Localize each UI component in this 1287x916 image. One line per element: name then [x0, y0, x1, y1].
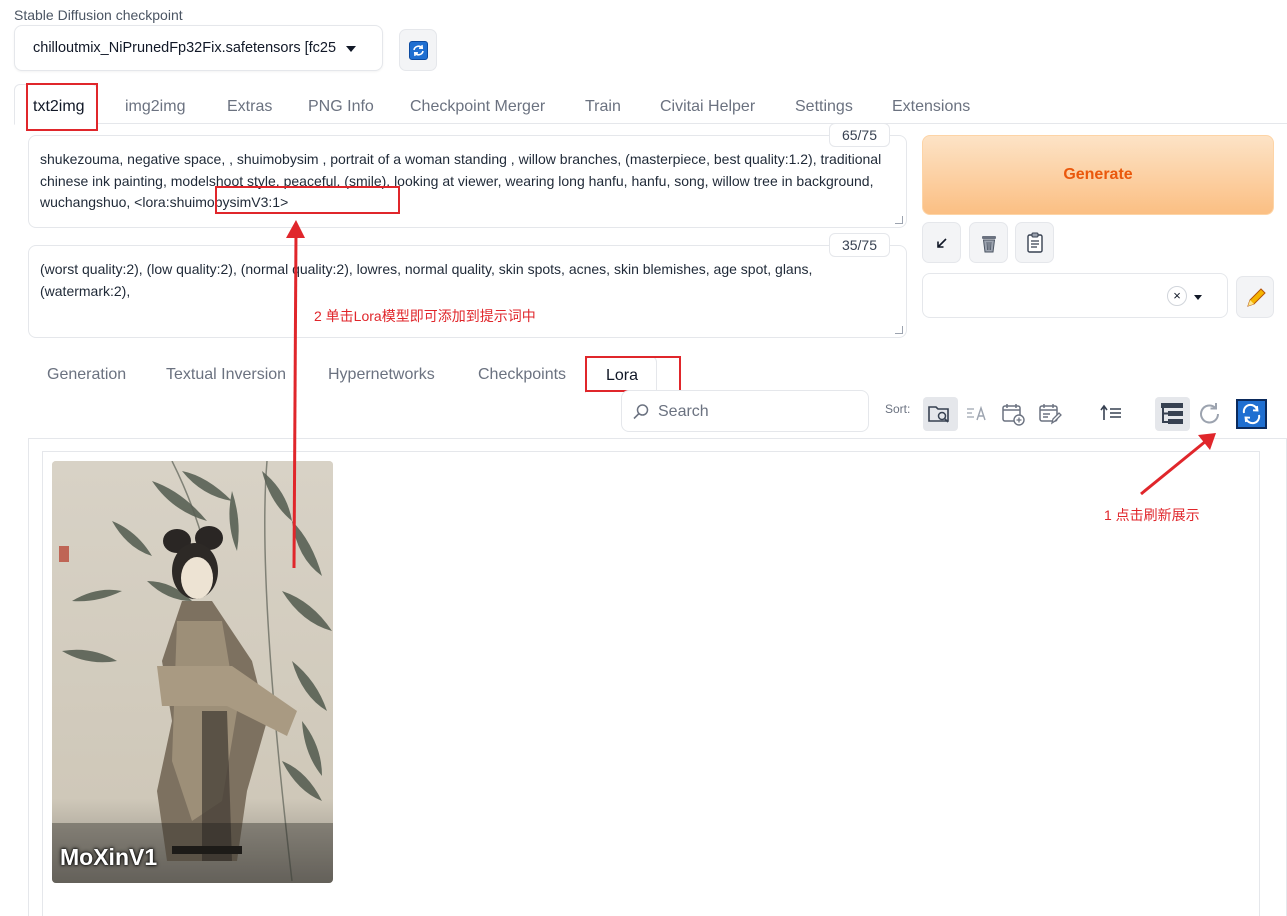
chevron-down-icon — [346, 46, 356, 52]
tab-generation[interactable]: Generation — [47, 366, 126, 384]
prompt-token-counter: 65/75 — [829, 123, 890, 147]
refresh-page-button[interactable] — [1196, 400, 1224, 428]
tab-checkpoints[interactable]: Checkpoints — [478, 366, 566, 384]
calendar-add-icon — [1002, 404, 1025, 426]
calendar-edit-icon — [1039, 404, 1062, 425]
tab-hypernetworks[interactable]: Hypernetworks — [328, 366, 435, 384]
negative-token-counter: 35/75 — [829, 233, 890, 257]
sort-alpha-icon — [967, 405, 986, 421]
tree-view-icon — [1161, 403, 1183, 424]
checkpoint-label: Stable Diffusion checkpoint — [14, 7, 183, 23]
prompt-text: shukezouma, negative space, , shuimobysi… — [40, 151, 882, 210]
sort-ascending-icon — [1100, 404, 1121, 420]
clear-prompt-button[interactable] — [969, 222, 1008, 263]
sort-by-path-button[interactable] — [923, 397, 958, 431]
tab-train[interactable]: Train — [585, 98, 621, 116]
annotation-step-1: 1 点击刷新展示 — [1104, 507, 1200, 523]
tab-extensions[interactable]: Extensions — [892, 98, 970, 116]
lora-preview-image — [52, 461, 333, 883]
resize-handle-icon[interactable] — [895, 216, 903, 224]
refresh-icon — [1242, 403, 1261, 425]
highlight-lora-tab — [585, 356, 681, 392]
styles-dropdown[interactable]: × — [922, 273, 1228, 318]
checkpoint-refresh-button[interactable] — [399, 29, 437, 71]
lora-card-name: MoXinV1 — [60, 844, 158, 870]
tab-settings[interactable]: Settings — [795, 98, 853, 116]
lora-card[interactable]: MoXinV1 — [52, 461, 333, 883]
refresh-extra-networks-button[interactable] — [1236, 399, 1267, 429]
tab-img2img[interactable]: img2img — [125, 98, 185, 116]
sort-by-date-created-button[interactable] — [1000, 400, 1028, 428]
sort-by-name-button[interactable] — [965, 400, 993, 428]
clear-icon[interactable]: × — [1167, 286, 1187, 306]
tab-extras[interactable]: Extras — [227, 98, 272, 116]
arrow-down-left-icon — [936, 238, 947, 248]
sort-label: Sort: — [885, 402, 911, 416]
refresh-icon — [409, 41, 428, 60]
annotation-step-2: 2 单击Lora模型即可添加到提示词中 — [314, 308, 536, 324]
tab-textual-inversion[interactable]: Textual Inversion — [166, 366, 286, 384]
generate-button[interactable]: Generate — [922, 135, 1274, 215]
tab-png-info[interactable]: PNG Info — [308, 98, 374, 116]
highlight-txt2img — [26, 83, 98, 131]
chevron-down-icon — [1194, 295, 1202, 300]
checkpoint-dropdown[interactable]: chilloutmix_NiPrunedFp32Fix.safetensors … — [14, 25, 383, 71]
checkpoint-value: chilloutmix_NiPrunedFp32Fix.safetensors … — [33, 40, 337, 56]
pencil-icon — [1247, 288, 1266, 307]
tab-civitai-helper[interactable]: Civitai Helper — [660, 98, 755, 116]
tree-view-button[interactable] — [1155, 397, 1190, 431]
tab-checkpoint-merger[interactable]: Checkpoint Merger — [410, 98, 545, 116]
resize-handle-icon[interactable] — [895, 326, 903, 334]
reload-icon — [1200, 403, 1219, 424]
clipboard-icon — [1026, 232, 1043, 253]
main-tabs: txt2img img2img Extras PNG Info Checkpoi… — [14, 84, 1287, 125]
paste-button[interactable] — [1015, 222, 1054, 263]
folder-search-icon — [928, 406, 949, 423]
negative-prompt-text: (worst quality:2), (low quality:2), (nor… — [40, 261, 813, 299]
generate-label: Generate — [1063, 166, 1133, 183]
read-params-button[interactable] — [922, 222, 961, 263]
sort-by-date-modified-button[interactable] — [1037, 400, 1065, 428]
apply-style-button[interactable] — [1236, 276, 1274, 318]
search-placeholder: Search — [658, 403, 709, 420]
search-input[interactable]: Search — [621, 390, 869, 432]
highlight-lora-tag — [215, 186, 400, 214]
search-icon — [633, 404, 649, 420]
trash-icon — [981, 236, 996, 253]
sort-order-button[interactable] — [1098, 402, 1126, 426]
prompt-textarea[interactable]: shukezouma, negative space, , shuimobysi… — [28, 135, 907, 228]
